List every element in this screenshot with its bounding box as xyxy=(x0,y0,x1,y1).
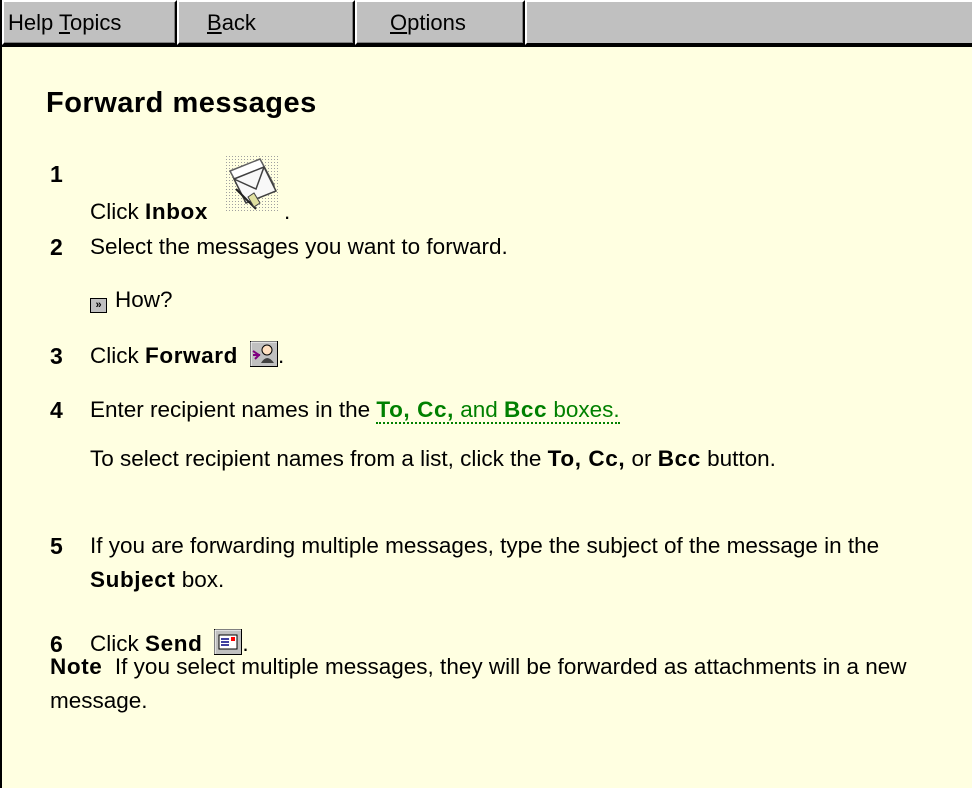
help-toolbar: Help Topics Back Options xyxy=(2,0,972,47)
step-text-pre: If you are forwarding multiple messages,… xyxy=(90,533,880,558)
link-bold-bcc[interactable]: Bcc xyxy=(504,397,547,422)
step-number: 2 xyxy=(50,234,63,260)
step-number: 3 xyxy=(50,343,63,369)
step-text-post: box. xyxy=(175,567,225,592)
step-3: 3 Click Forward . xyxy=(50,339,930,377)
help-topics-label-pre: Help xyxy=(8,10,59,35)
step-text: Enter recipient names in the To, Cc, and… xyxy=(90,393,930,427)
step-number: 4 xyxy=(50,397,63,423)
step-bold-subject: Subject xyxy=(90,567,176,592)
step-text-pre: Enter recipient names in the xyxy=(90,397,377,422)
forward-icon xyxy=(249,341,278,377)
how-label[interactable]: How? xyxy=(115,287,173,312)
step-number: 1 xyxy=(50,161,63,187)
options-button[interactable]: Options xyxy=(355,0,525,45)
link-bold-to-cc[interactable]: To, Cc, xyxy=(376,397,454,422)
step-4-detail-mid: or xyxy=(625,446,658,471)
link-post[interactable]: boxes. xyxy=(547,397,619,422)
step-text-post: . xyxy=(284,199,291,224)
step-4-detail-bold-to-cc: To, Cc, xyxy=(547,446,626,471)
step-2: 2 Select the messages you want to forwar… xyxy=(50,230,930,264)
step-text: If you are forwarding multiple messages,… xyxy=(90,529,910,597)
step-bold-inbox: Inbox xyxy=(145,199,208,224)
step-text-post: . xyxy=(277,343,285,368)
how-link[interactable]: » How? xyxy=(90,283,940,317)
page-title: Forward messages xyxy=(46,87,317,119)
step-4-detail-post: button. xyxy=(700,446,776,471)
toolbar-empty-area xyxy=(525,0,972,45)
step-text-pre: Click xyxy=(90,199,145,224)
help-topics-label-accel: T xyxy=(58,10,70,35)
link-mid[interactable]: and xyxy=(454,397,504,422)
inbox-icon xyxy=(220,155,284,231)
help-topics-button[interactable]: Help Topics xyxy=(2,0,177,45)
step-4-detail: To select recipient names from a list, c… xyxy=(90,442,940,476)
step-text: Select the messages you want to forward. xyxy=(90,234,508,259)
note-paragraph: Note If you select multiple messages, th… xyxy=(50,650,930,718)
options-label-post: ptions xyxy=(407,10,466,35)
step-text: Click Inbox . xyxy=(90,155,930,231)
step-4: 4 Enter recipient names in the To, Cc, a… xyxy=(50,393,930,427)
note-text: If you select multiple messages, they wi… xyxy=(50,654,907,713)
step-text: Click Forward . xyxy=(90,339,930,377)
help-content: Forward messages 1 Click Inbox . 2 Selec… xyxy=(2,47,972,788)
step-4-detail-bold-bcc: Bcc xyxy=(657,446,701,471)
to-cc-bcc-boxes-link[interactable]: To, Cc, and Bcc boxes. xyxy=(376,397,620,424)
options-label-accel: O xyxy=(390,10,408,35)
step-4-detail-pre: To select recipient names from a list, c… xyxy=(90,446,548,471)
step-5: 5 If you are forwarding multiple message… xyxy=(50,529,930,597)
step-1: 1 Click Inbox . xyxy=(50,155,930,231)
step-bold-forward: Forward xyxy=(145,343,238,368)
help-window: Help Topics Back Options Forward message… xyxy=(0,0,972,788)
back-label-accel: B xyxy=(207,10,222,35)
step-text-pre: Click xyxy=(90,343,145,368)
step-number: 5 xyxy=(50,533,63,559)
note-label: Note xyxy=(50,654,103,679)
help-topics-label-post: opics xyxy=(69,10,122,35)
back-label-post: ack xyxy=(221,10,256,35)
jump-arrow-icon[interactable]: » xyxy=(90,298,107,313)
back-button[interactable]: Back xyxy=(177,0,355,45)
